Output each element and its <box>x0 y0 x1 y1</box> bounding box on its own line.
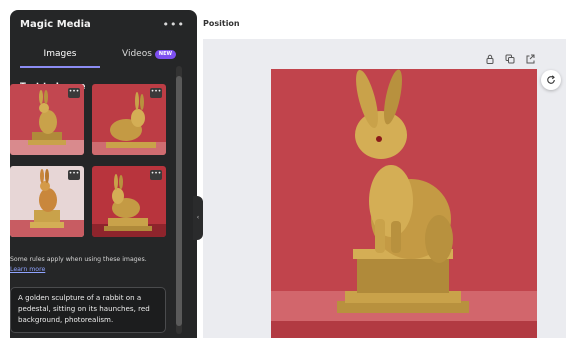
new-badge: NEW <box>154 50 177 59</box>
panel-title: Magic Media <box>20 19 91 30</box>
panel-header: Magic Media ••• <box>10 10 197 40</box>
golden-rabbit-sculpture <box>271 69 537 338</box>
refresh-icon <box>547 75 555 84</box>
tab-images[interactable]: Images <box>20 44 100 74</box>
generated-image-3[interactable]: ••• <box>10 166 84 237</box>
more-options-icon[interactable]: ••• <box>163 18 185 31</box>
media-tabs: Images Videos NEW <box>10 44 197 74</box>
thumbnail-more-icon[interactable]: ••• <box>150 88 162 98</box>
thumbnail-more-icon[interactable]: ••• <box>68 88 80 98</box>
tab-videos-label: Videos <box>121 49 152 59</box>
generated-image-4[interactable]: ••• <box>92 166 166 237</box>
refresh-button[interactable] <box>541 70 561 90</box>
prompt-textarea[interactable]: A golden sculpture of a rabbit on a pede… <box>10 287 166 333</box>
lock-icon[interactable] <box>485 54 495 64</box>
generated-image-1[interactable]: ••• <box>10 84 84 155</box>
chevron-left-icon: ‹ <box>196 214 200 221</box>
panel-scrollbar[interactable] <box>176 76 182 326</box>
learn-more-link[interactable]: Learn more <box>10 266 45 273</box>
selected-rabbit-image[interactable] <box>271 69 537 338</box>
copy-icon[interactable] <box>505 54 515 64</box>
thumbnail-more-icon[interactable]: ••• <box>68 170 80 180</box>
thumbnail-more-icon[interactable]: ••• <box>150 170 162 180</box>
collapse-panel-button[interactable]: ‹ <box>193 196 203 240</box>
tab-images-label: Images <box>43 49 77 59</box>
share-icon[interactable] <box>525 54 535 64</box>
position-button[interactable]: Position <box>203 19 240 28</box>
generated-image-2[interactable]: ••• <box>92 84 166 155</box>
usage-rules-text: Some rules apply when using these images… <box>10 256 147 263</box>
